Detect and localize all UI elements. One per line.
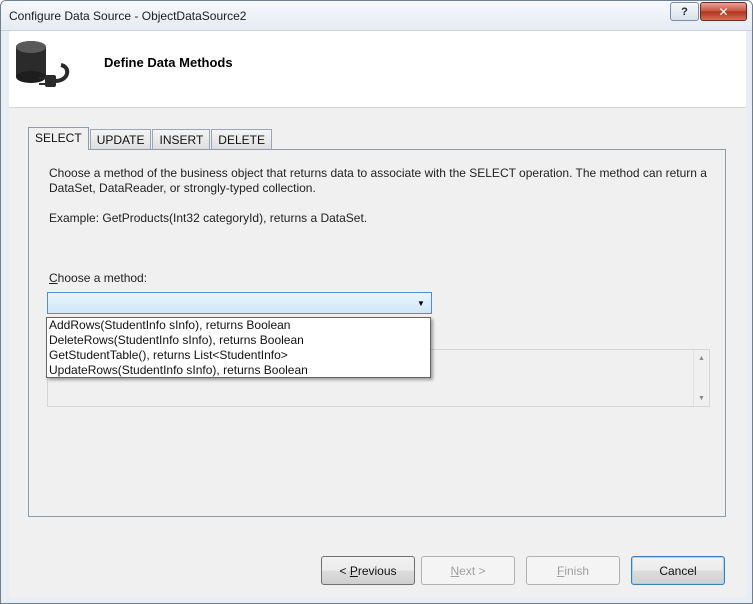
method-dropdown-list[interactable]: AddRows(StudentInfo sInfo), returns Bool… [46, 317, 431, 378]
choose-method-label-text: hoose a method: [57, 271, 148, 285]
page-title: Define Data Methods [104, 55, 233, 70]
tab-insert[interactable]: INSERT [152, 129, 211, 149]
dropdown-option-getstudenttable[interactable]: GetStudentTable(), returns List<StudentI… [47, 348, 430, 363]
close-button[interactable]: ✕ [700, 2, 747, 21]
next-label: ext > [459, 563, 486, 578]
database-plug-icon [16, 41, 70, 87]
next-mnemonic: N [450, 563, 460, 578]
previous-label: revious [357, 563, 397, 578]
method-example: Example: GetProducts(Int32 categoryId), … [49, 211, 368, 225]
finish-label: inish [564, 563, 590, 578]
method-description: Choose a method of the business object t… [49, 166, 707, 195]
tab-delete[interactable]: DELETE [211, 129, 272, 149]
next-button[interactable]: Next > [421, 556, 515, 585]
choose-method-mnemonic: C [49, 271, 58, 285]
chevron-down-icon[interactable]: ▼ [414, 296, 428, 310]
scroll-down-icon[interactable]: ▼ [694, 391, 709, 405]
dropdown-option-deleterows[interactable]: DeleteRows(StudentInfo sInfo), returns B… [47, 333, 430, 348]
previous-button[interactable]: < Previous [321, 556, 415, 585]
cancel-button[interactable]: Cancel [631, 556, 725, 585]
cancel-label: Cancel [659, 563, 697, 578]
configure-data-source-dialog: Configure Data Source - ObjectDataSource… [0, 0, 753, 604]
dropdown-option-addrows[interactable]: AddRows(StudentInfo sInfo), returns Bool… [47, 318, 430, 333]
tab-select[interactable]: SELECT [28, 127, 89, 150]
finish-button[interactable]: Finish [526, 556, 620, 585]
choose-method-label: Choose a method: [49, 271, 147, 285]
signature-scrollbar[interactable]: ▲ ▼ [693, 350, 709, 406]
help-button[interactable]: ? [670, 2, 699, 21]
tab-update[interactable]: UPDATE [89, 129, 152, 149]
dropdown-option-updaterows[interactable]: UpdateRows(StudentInfo sInfo), returns B… [47, 363, 430, 378]
tab-strip: SELECT UPDATE INSERT DELETE [28, 127, 273, 150]
previous-mnemonic: P [349, 563, 358, 578]
previous-prefix: < [339, 563, 350, 578]
wizard-header: Define Data Methods [9, 31, 746, 108]
close-icon: ✕ [718, 4, 729, 19]
finish-mnemonic: F [556, 563, 565, 578]
title-bar[interactable]: Configure Data Source - ObjectDataSource… [1, 1, 752, 31]
dialog-client-area: Define Data Methods SELECT UPDATE INSERT… [9, 31, 746, 597]
scroll-up-icon[interactable]: ▲ [694, 351, 709, 365]
method-select[interactable]: ▼ [47, 292, 432, 314]
window-title: Configure Data Source - ObjectDataSource… [9, 9, 247, 23]
